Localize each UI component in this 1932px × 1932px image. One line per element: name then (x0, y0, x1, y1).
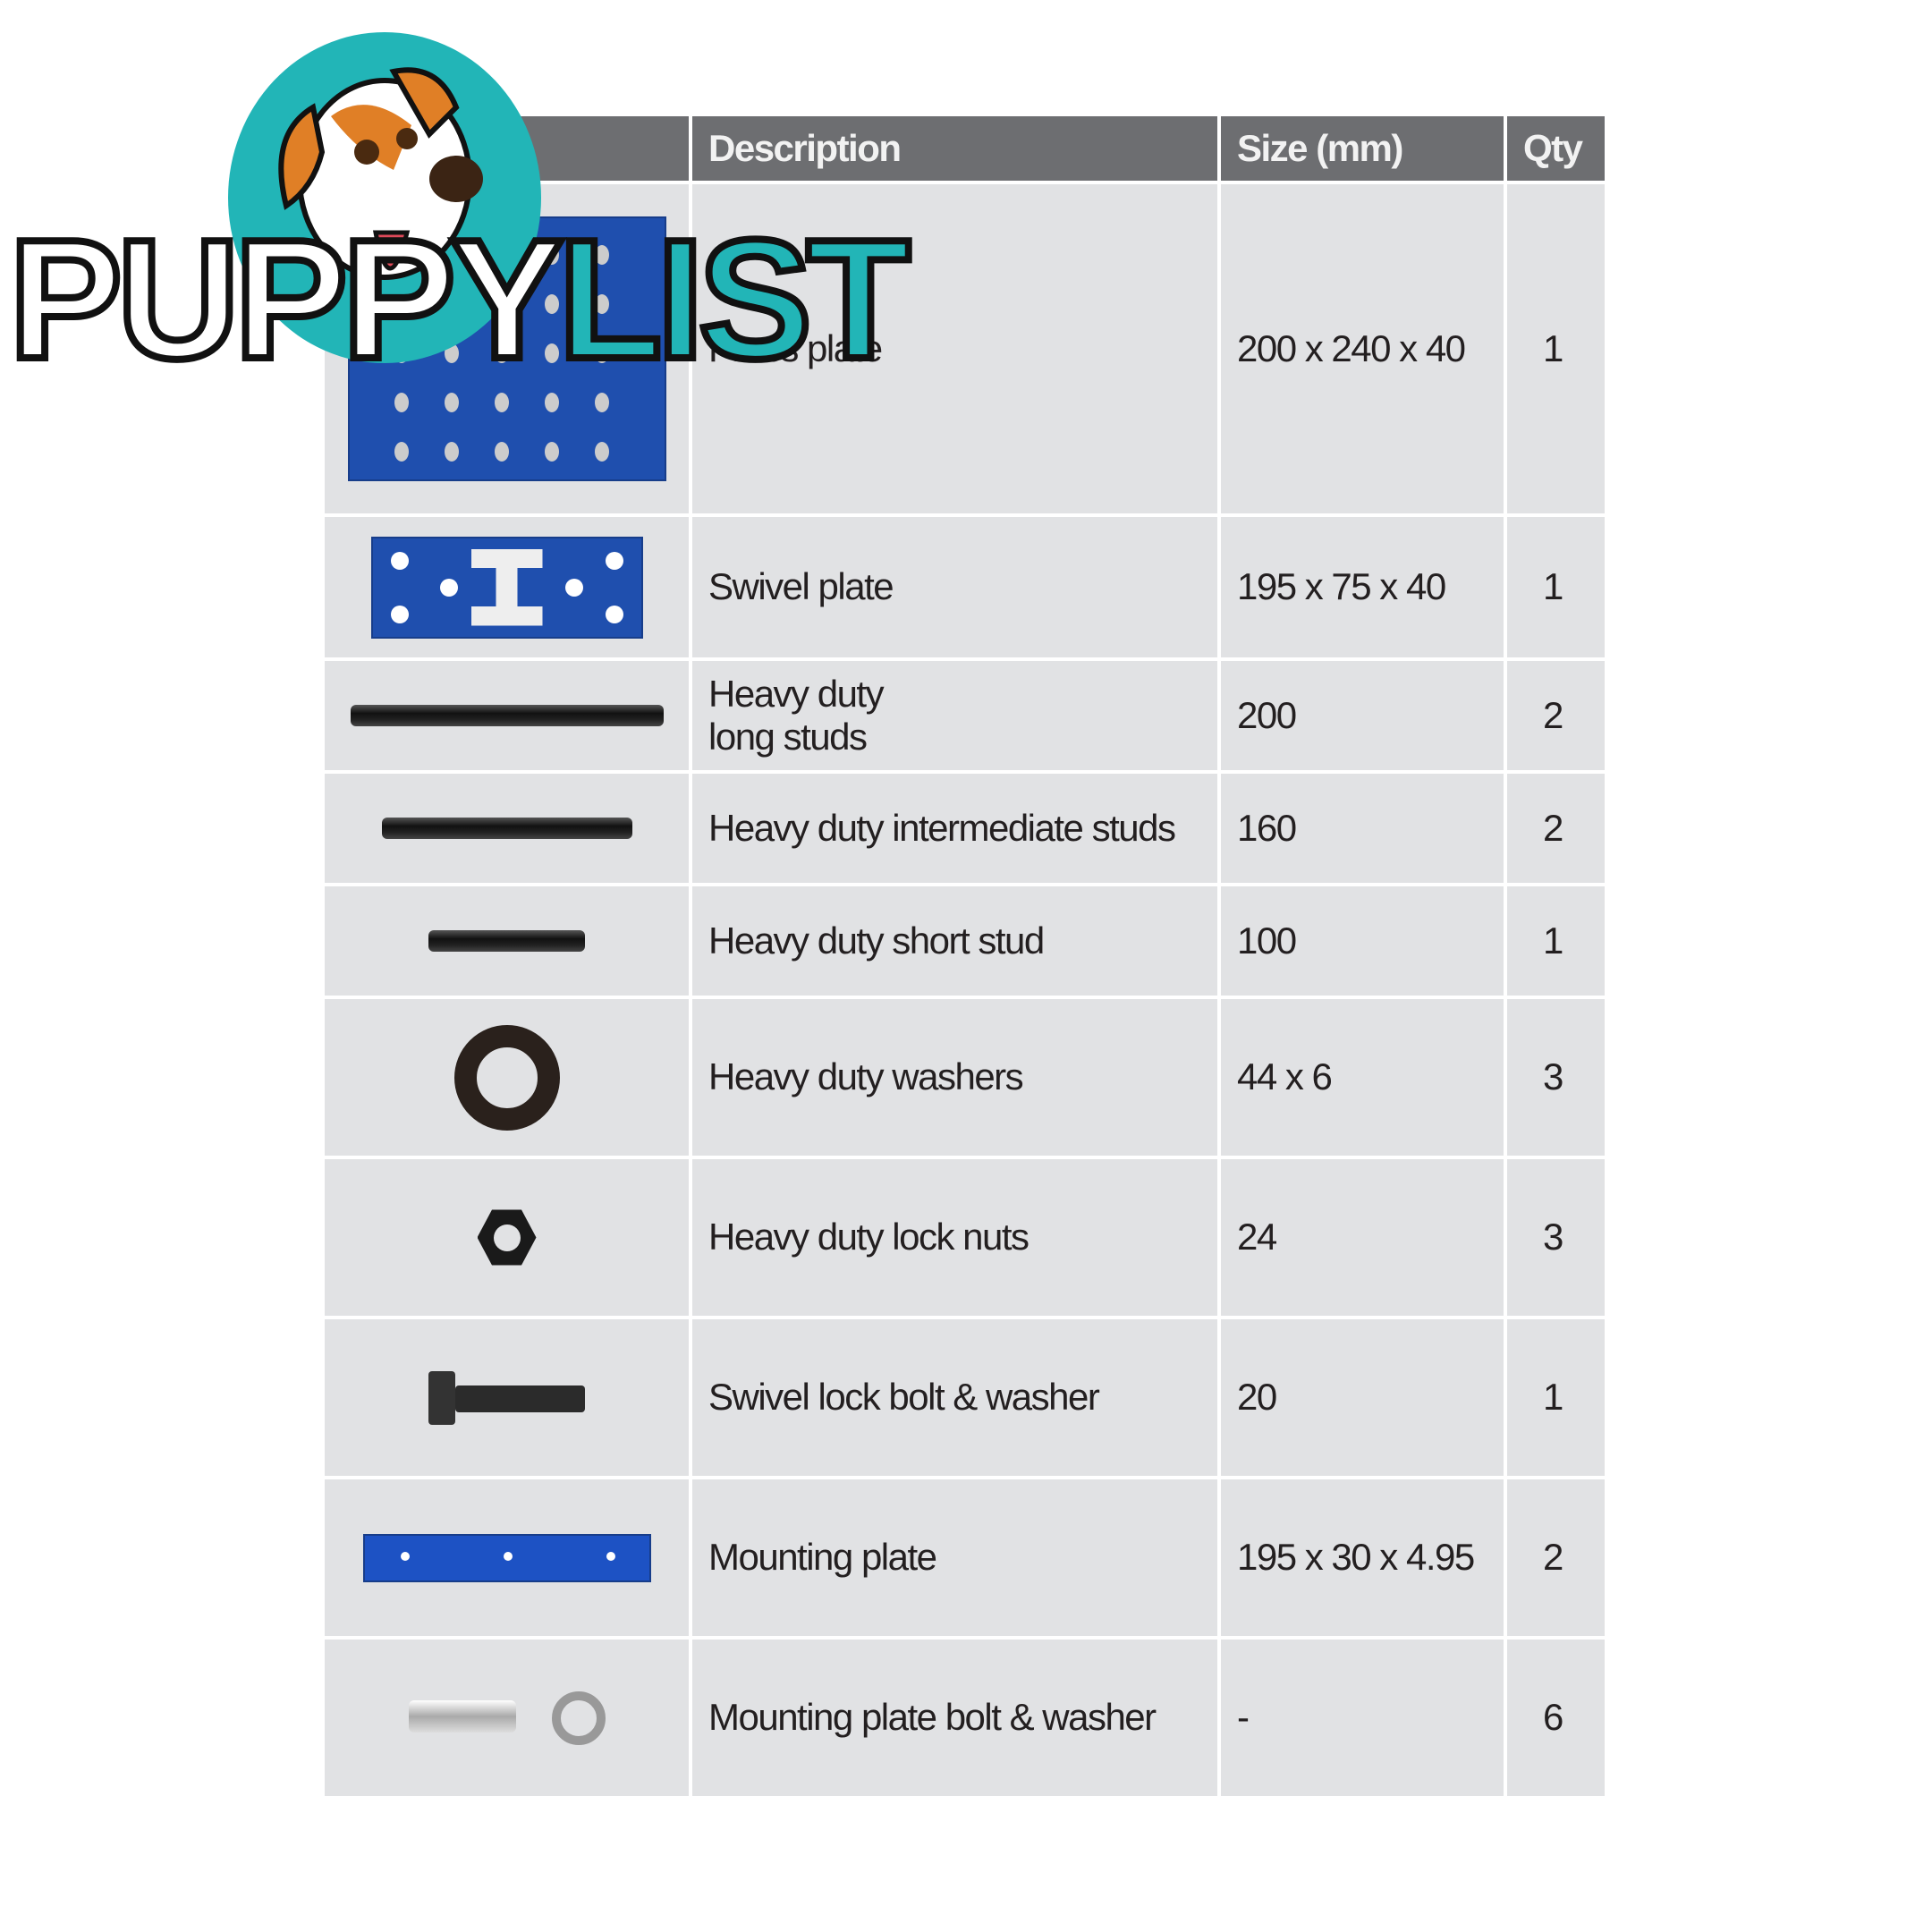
part-description: Heavy duty long studs (692, 661, 1217, 770)
part-size: 20 (1221, 1319, 1504, 1476)
hole-icon (390, 605, 409, 623)
part-size: 24 (1221, 1159, 1504, 1316)
washer-image (453, 1024, 560, 1131)
part-description: Heavy duty lock nuts (692, 1159, 1217, 1316)
part-qty: 1 (1507, 1319, 1605, 1476)
i-slot-icon (470, 548, 543, 626)
hole-icon (606, 1551, 615, 1561)
part-image-cell (325, 1159, 689, 1316)
hole-icon (494, 393, 509, 412)
part-description: Heavy duty washers (692, 999, 1217, 1156)
mounting-bolt-washer-image (408, 1690, 606, 1747)
hole-icon (400, 1551, 410, 1561)
part-size: 44 x 6 (1221, 999, 1504, 1156)
long-stud-image (350, 705, 664, 726)
part-size: 195 x 75 x 40 (1221, 517, 1504, 657)
part-image-cell (325, 999, 689, 1156)
bolt-head-icon (428, 1370, 455, 1425)
lock-nut-image (477, 1209, 537, 1266)
part-qty: 3 (1507, 1159, 1605, 1316)
part-image-cell (325, 886, 689, 996)
part-qty: 3 (1507, 999, 1605, 1156)
logo-text-list: LIST (555, 205, 914, 394)
part-image-cell (325, 1640, 689, 1796)
header-size: Size (mm) (1221, 116, 1504, 181)
part-description: Swivel plate (692, 517, 1217, 657)
hole-icon (444, 442, 459, 462)
short-stud-image (428, 930, 585, 952)
part-description: Heavy duty intermediate studs (692, 774, 1217, 883)
part-image-cell (325, 661, 689, 770)
part-qty: 1 (1507, 184, 1605, 513)
hole-icon (439, 578, 458, 597)
intermediate-stud-image (381, 818, 632, 839)
part-description: Mounting plate (692, 1479, 1217, 1636)
hole-icon (564, 578, 583, 597)
hole-icon (394, 442, 409, 462)
part-image-cell (325, 1319, 689, 1476)
puppylist-logo: PUPPYLIST (0, 0, 914, 388)
washer-icon (551, 1690, 606, 1745)
hole-icon (605, 551, 623, 570)
bolt-washer-image (428, 1370, 585, 1425)
hole-icon (390, 551, 409, 570)
hole-icon (494, 442, 509, 462)
hole-icon (394, 393, 409, 412)
swivel-plate-image (370, 536, 643, 639)
part-size: 200 (1221, 661, 1504, 770)
bolt-icon (408, 1699, 516, 1733)
hole-icon (493, 1224, 521, 1251)
bolt-shank-icon (455, 1385, 585, 1412)
part-image-cell (325, 774, 689, 883)
part-size: - (1221, 1640, 1504, 1796)
part-description: Mounting plate bolt & washer (692, 1640, 1217, 1796)
hole-icon (544, 393, 559, 412)
part-qty: 2 (1507, 1479, 1605, 1636)
part-qty: 2 (1507, 774, 1605, 883)
part-qty: 2 (1507, 661, 1605, 770)
part-description: Swivel lock bolt & washer (692, 1319, 1217, 1476)
hole-icon (594, 442, 609, 462)
part-size: 100 (1221, 886, 1504, 996)
hole-icon (594, 393, 609, 412)
part-size: 160 (1221, 774, 1504, 883)
part-qty: 1 (1507, 886, 1605, 996)
hole-icon (444, 393, 459, 412)
hole-icon (503, 1551, 513, 1561)
logo-text-puppy: PUPPY (5, 205, 567, 394)
mounting-plate-image (362, 1533, 651, 1582)
part-qty: 1 (1507, 517, 1605, 657)
part-size: 200 x 240 x 40 (1221, 184, 1504, 513)
hole-icon (605, 605, 623, 623)
header-qty: Qty (1507, 116, 1605, 181)
part-description: Heavy duty short stud (692, 886, 1217, 996)
part-image-cell (325, 517, 689, 657)
hole-icon (544, 442, 559, 462)
part-image-cell (325, 1479, 689, 1636)
part-qty: 6 (1507, 1640, 1605, 1796)
part-size: 195 x 30 x 4.95 (1221, 1479, 1504, 1636)
